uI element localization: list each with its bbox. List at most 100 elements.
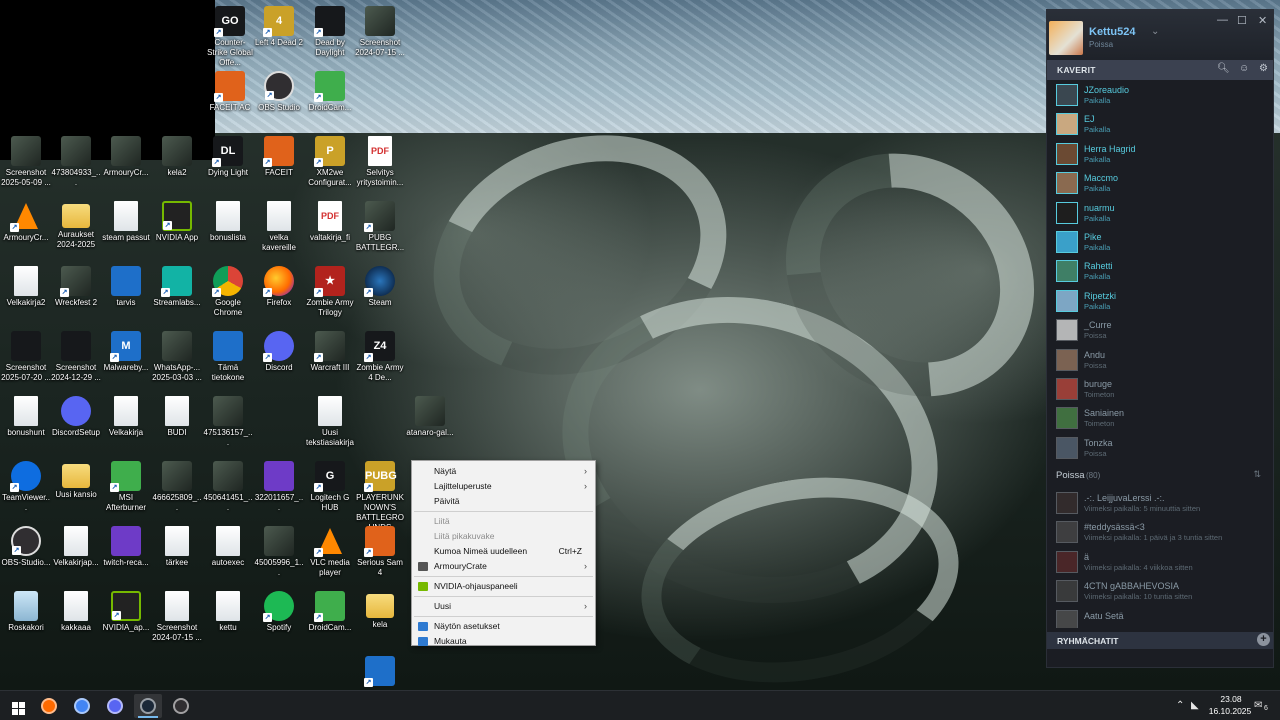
settings-icon[interactable]: ⚙ xyxy=(1259,63,1268,74)
menu-item-päivitä[interactable]: Päivitä xyxy=(412,494,595,509)
menu-item-uusi[interactable]: Uusi › xyxy=(412,599,595,614)
taskbar-app-discord[interactable] xyxy=(101,694,129,718)
desktop-icon-uusikansio[interactable]: Uusi kansio xyxy=(51,461,101,500)
search-icon[interactable]: 🔍︎ xyxy=(1217,63,1230,74)
clock-time[interactable]: 23.08 xyxy=(1211,694,1251,704)
friend-row[interactable]: Aatu Setä xyxy=(1047,606,1273,628)
desktop-icon-teamviewer[interactable]: TeamViewer... xyxy=(1,461,51,513)
close-button[interactable]: ✕ xyxy=(1258,14,1267,27)
start-button[interactable] xyxy=(2,694,30,718)
friend-row[interactable]: .-:. LeijjuvaLerssi .-:. Viimeksi paikall… xyxy=(1047,488,1273,517)
friend-row[interactable]: ä Viimeksi paikalla: 4 viikkoa sitten xyxy=(1047,547,1273,576)
desktop-icon-malwarebytes[interactable]: MMalwareby... xyxy=(101,331,151,373)
add-group-chat-icon[interactable]: + xyxy=(1257,633,1270,646)
group-chats-bar[interactable]: RYHMÄCHATIT + xyxy=(1047,632,1273,649)
desktop-icon-dbd[interactable]: Dead by Daylight xyxy=(305,6,355,58)
menu-item-nvidia-ohjauspaneeli[interactable]: NVIDIA-ohjauspaneeli xyxy=(412,579,595,594)
desktop-icon-autoexec[interactable]: autoexec xyxy=(203,526,253,568)
desktop-icon-zombiearmy[interactable]: ★Zombie Army Trilogy xyxy=(305,266,355,318)
desktop-icon-armourycr2[interactable]: ArmouryCr... xyxy=(1,201,51,243)
desktop-icon-velka[interactable]: velka kavereille xyxy=(254,201,304,253)
desktop-icon-logitech[interactable]: GLogitech G HUB xyxy=(305,461,355,513)
desktop-icon-msiab[interactable]: MSI Afterburner xyxy=(101,461,151,513)
friend-row[interactable]: Herra Hagrid Paikalla xyxy=(1047,139,1273,168)
menu-item-mukauta[interactable]: Mukauta xyxy=(412,634,595,649)
desktop-icon-pubg2[interactable]: PUBGPLAYERUNKNOWN'S BATTLEGROUNDS xyxy=(355,461,405,533)
desktop-icon-kettu[interactable]: kettu xyxy=(203,591,253,633)
desktop-icon-wreckfest[interactable]: Wreckfest 2 xyxy=(51,266,101,308)
friend-row[interactable]: EJ Paikalla xyxy=(1047,109,1273,138)
desktop-icon-selvitys[interactable]: PDF Selvitys yritystoimin... xyxy=(355,136,405,188)
desktop-icon-discordsetup[interactable]: DiscordSetup xyxy=(51,396,101,438)
menu-item-näytön-asetukset[interactable]: Näytön asetukset xyxy=(412,619,595,634)
username[interactable]: Kettu524 xyxy=(1089,26,1135,38)
desktop-icon-pubg1[interactable]: PUBG BATTLEGR... xyxy=(355,201,405,253)
desktop-icon-chrome[interactable]: Google Chrome xyxy=(203,266,253,318)
desktop-icon-dyinglight[interactable]: DLDying Light xyxy=(203,136,253,178)
maximize-button[interactable]: ☐ xyxy=(1237,14,1247,27)
network-icon[interactable]: ◣ xyxy=(1191,700,1199,711)
offline-section-header[interactable]: Poissa (80) ⇅ xyxy=(1047,462,1273,488)
taskbar-app-steam[interactable] xyxy=(134,694,162,718)
desktop-icon-bonuslista[interactable]: bonuslista xyxy=(203,201,253,243)
friend-row[interactable]: Maccmo Paikalla xyxy=(1047,168,1273,197)
menu-item-näytä[interactable]: Näytä › xyxy=(412,464,595,479)
desktop-icon-nvidiaapp[interactable]: NVIDIA App xyxy=(152,201,202,243)
minimize-button[interactable]: — xyxy=(1217,14,1228,26)
taskbar-app-firefox[interactable] xyxy=(35,694,63,718)
desktop-icon-xm2we[interactable]: PXM2we Configurat... xyxy=(305,136,355,188)
desktop-icon-f322011657[interactable]: 322011657_... xyxy=(254,461,304,513)
desktop-icon-velkakirjap[interactable]: Velkakirjap... xyxy=(51,526,101,568)
tray-expand-icon[interactable]: ⌃ xyxy=(1176,700,1184,711)
desktop-icon-droidcam1[interactable]: DroidCam... xyxy=(305,71,355,113)
desktop-icon-screenshot5[interactable]: Screenshot 2024-07-15 ... xyxy=(152,591,202,643)
desktop-icon-valtakirja[interactable]: PDF valtakirja_fi xyxy=(305,201,355,243)
desktop-icon-faceit[interactable]: FACEIT xyxy=(254,136,304,178)
taskbar-app-chrome[interactable] xyxy=(68,694,96,718)
desktop-icon-warcraft[interactable]: Warcraft III xyxy=(305,331,355,373)
desktop-icon-armourycr1[interactable]: ArmouryCr... xyxy=(101,136,151,178)
friend-row[interactable]: JZoreaudio Paikalla xyxy=(1047,80,1273,109)
desktop-icon-faceit_ac[interactable]: FACEIT AC xyxy=(205,71,255,113)
desktop-icon-f466625809[interactable]: 466625809_... xyxy=(152,461,202,513)
desktop-icon-velkakirja[interactable]: Velkakirja xyxy=(101,396,151,438)
friend-row[interactable]: Pike Paikalla xyxy=(1047,227,1273,256)
desktop-icon-screenshot3[interactable]: Screenshot 2025-07-20 ... xyxy=(1,331,51,383)
friends-list[interactable]: JZoreaudio Paikalla EJ Paikalla Herra Hagrid… xyxy=(1047,80,1273,628)
desktop-icon-tamatietokone[interactable]: Tämä tietokone xyxy=(203,331,253,383)
friend-row[interactable]: Tonzka Poissa xyxy=(1047,433,1273,462)
friend-row[interactable]: Ripetzki Paikalla xyxy=(1047,286,1273,315)
desktop-icon-kela2[interactable]: kela2 xyxy=(152,136,202,178)
friend-row[interactable]: Andu Poissa xyxy=(1047,345,1273,374)
taskbar-app-obs[interactable] xyxy=(167,694,195,718)
desktop-icon-uusiteksti[interactable]: Uusi tekstiasiakirja xyxy=(305,396,355,448)
desktop-icon-bonushunt[interactable]: bonushunt xyxy=(1,396,51,438)
friend-row[interactable]: _Curre Poissa xyxy=(1047,315,1273,344)
desktop-icon-tarkee[interactable]: tärkee xyxy=(152,526,202,568)
friend-row[interactable]: buruge Toimeton xyxy=(1047,374,1273,403)
desktop-icon-kakkaaa[interactable]: kakkaaa xyxy=(51,591,101,633)
desktop-icon-zombiearmy4[interactable]: Z4Zombie Army 4 De... xyxy=(355,331,405,383)
desktop-icon-kela[interactable]: kela xyxy=(355,591,405,630)
friend-row[interactable]: nuarmu Paikalla xyxy=(1047,198,1273,227)
desktop-icon-velkakirja2[interactable]: Velkakirja2 xyxy=(1,266,51,308)
desktop-icon-firefox[interactable]: Firefox xyxy=(254,266,304,308)
desktop-icon-streamlabs[interactable]: Streamlabs... xyxy=(152,266,202,308)
desktop-icon-cs2[interactable] xyxy=(355,656,405,688)
desktop-icon-droidcam2[interactable]: DroidCam... xyxy=(305,591,355,633)
menu-item-kumoa-nimeä-uudelleen[interactable]: Kumoa Nimeä uudelleen Ctrl+Z xyxy=(412,544,595,559)
clock-date[interactable]: 16.10.2025 xyxy=(1202,706,1258,716)
friend-row[interactable]: Rahetti Paikalla xyxy=(1047,256,1273,285)
desktop-icon-auraukset[interactable]: Auraukset 2024-2025 xyxy=(51,201,101,250)
friend-row[interactable]: #teddysässä<3 Viimeksi paikalla: 1 päivä … xyxy=(1047,517,1273,546)
desktop-icon-whatsapp[interactable]: WhatsApp-... 2025-03-03 ... xyxy=(152,331,202,383)
desktop-icon-nvidiaap[interactable]: NVIDIA_ap... xyxy=(101,591,151,633)
desktop-icon-discord1[interactable]: Discord xyxy=(254,331,304,373)
desktop-icon-f450059961[interactable]: 45005996_1... xyxy=(254,526,304,578)
desktop-icon-atanaro[interactable]: atanaro-gal... xyxy=(405,396,455,438)
desktop-icon-screenshot2[interactable]: Screenshot 2025-05-09 ... xyxy=(1,136,51,188)
friend-row[interactable]: 4CTN gABBAHEVOSIA Viimeksi paikalla: 10 t… xyxy=(1047,576,1273,605)
desktop-icon-vlc[interactable]: VLC media player xyxy=(305,526,355,578)
desktop-icon-roskakori[interactable]: Roskakori xyxy=(1,591,51,633)
desktop-icon-f473804933[interactable]: 473804933_... xyxy=(51,136,101,188)
